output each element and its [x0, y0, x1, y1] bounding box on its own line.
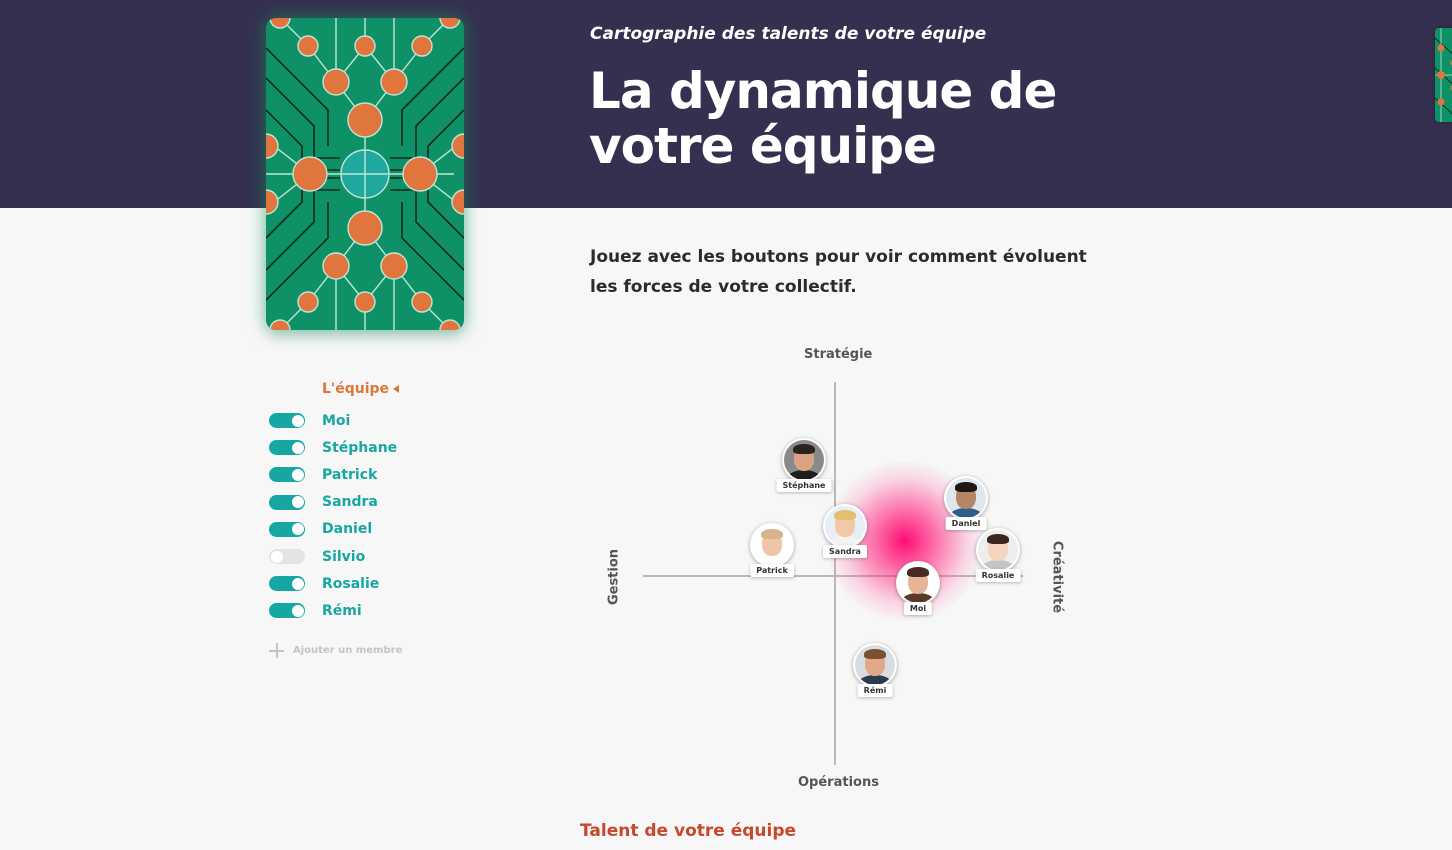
- member-row-rosalie: Rosalie: [269, 570, 397, 597]
- member-name[interactable]: Stéphane: [322, 440, 397, 456]
- person-marker-patrick[interactable]: Patrick: [750, 523, 794, 577]
- avatar-photo: [752, 525, 792, 565]
- person-nametag: Moi: [903, 602, 933, 615]
- person-nametag: Patrick: [750, 564, 794, 577]
- member-name[interactable]: Silvio: [322, 549, 365, 565]
- person-nametag: Rosalie: [975, 569, 1021, 582]
- avatar-photo: [978, 530, 1018, 570]
- avatar-hair: [955, 482, 977, 492]
- talent-section-heading: Talent de votre équipe: [580, 821, 797, 841]
- member-row-moi: Moi: [269, 407, 397, 434]
- person-nametag: Daniel: [945, 517, 987, 530]
- avatar-hair: [834, 510, 856, 520]
- toggle-knob: [270, 550, 283, 563]
- toggle-knob: [291, 577, 304, 590]
- team-member-list: Moi Stéphane Patrick Sandra Daniel Silvi…: [269, 407, 397, 625]
- person-nametag: Rémi: [857, 684, 893, 697]
- avatar-photo: [855, 645, 895, 685]
- member-toggle-rosalie[interactable]: [269, 576, 305, 592]
- member-name[interactable]: Patrick: [322, 467, 377, 483]
- avatar-hair: [793, 444, 815, 454]
- toggle-knob: [291, 604, 304, 617]
- member-toggle-daniel[interactable]: [269, 521, 305, 537]
- axis-label-bottom: Opérations: [798, 775, 879, 790]
- person-marker-sandra[interactable]: Sandra: [823, 504, 867, 558]
- next-card-thumbnail[interactable]: [1435, 28, 1452, 122]
- member-toggle-patrick[interactable]: [269, 467, 305, 483]
- member-name[interactable]: Rémi: [322, 603, 362, 619]
- person-marker-daniel[interactable]: Daniel: [944, 476, 988, 530]
- toggle-knob: [291, 414, 304, 427]
- avatar: [750, 523, 794, 567]
- team-heading-label: L'équipe: [322, 381, 390, 397]
- member-name[interactable]: Moi: [322, 413, 350, 429]
- member-toggle-stephane[interactable]: [269, 440, 305, 456]
- avatar-photo: [946, 478, 986, 518]
- avatar-photo: [784, 440, 824, 480]
- person-marker-moi[interactable]: Moi: [896, 561, 940, 615]
- avatar-hair: [864, 649, 886, 659]
- team-heading[interactable]: L'équipe: [322, 381, 400, 397]
- axis-label-left: Gestion: [606, 548, 622, 606]
- avatar: [944, 476, 988, 520]
- page-title: La dynamique de votre équipe: [589, 62, 1057, 175]
- avatar: [896, 561, 940, 605]
- person-nametag: Sandra: [823, 545, 867, 558]
- member-row-stephane: Stéphane: [269, 434, 397, 461]
- axis-label-top: Stratégie: [804, 347, 873, 362]
- member-name[interactable]: Rosalie: [322, 576, 379, 592]
- person-marker-stephane[interactable]: Stéphane: [776, 438, 832, 492]
- member-row-daniel: Daniel: [269, 516, 397, 543]
- person-marker-rosalie[interactable]: Rosalie: [975, 528, 1021, 582]
- member-toggle-sandra[interactable]: [269, 494, 305, 510]
- avatar: [782, 438, 826, 482]
- toggle-knob: [291, 496, 304, 509]
- toggle-knob: [291, 523, 304, 536]
- avatar-photo: [898, 563, 938, 603]
- member-name[interactable]: Sandra: [322, 494, 378, 510]
- avatar-photo: [825, 506, 865, 546]
- add-member-label: Ajouter un membre: [293, 645, 403, 656]
- member-row-patrick: Patrick: [269, 461, 397, 488]
- member-toggle-moi[interactable]: [269, 413, 305, 429]
- avatar-hair: [907, 567, 929, 577]
- member-toggle-silvio[interactable]: [269, 549, 305, 565]
- page-subtitle: Cartographie des talents de votre équipe: [590, 24, 987, 44]
- avatar-hair: [987, 534, 1009, 544]
- member-row-silvio: Silvio: [269, 543, 397, 570]
- avatar: [823, 504, 867, 548]
- avatar-hair: [761, 529, 783, 539]
- member-toggle-remi[interactable]: [269, 603, 305, 619]
- member-row-remi: Rémi: [269, 597, 397, 624]
- team-card-illustration: [266, 18, 464, 330]
- page-title-line-2: votre équipe: [589, 117, 937, 175]
- add-member-button[interactable]: Ajouter un membre: [269, 643, 402, 658]
- toggle-knob: [291, 441, 304, 454]
- member-row-sandra: Sandra: [269, 489, 397, 516]
- plus-icon: [269, 643, 284, 658]
- page-title-line-1: La dynamique de: [589, 62, 1057, 120]
- axis-label-right: Créativité: [1049, 540, 1065, 614]
- collapse-arrow-icon: [393, 385, 400, 393]
- toggle-knob: [291, 468, 304, 481]
- member-name[interactable]: Daniel: [322, 521, 372, 537]
- person-nametag: Stéphane: [776, 479, 832, 492]
- intro-text: Jouez avec les boutons pour voir comment…: [590, 247, 1087, 297]
- avatar: [853, 643, 897, 687]
- avatar: [976, 528, 1020, 572]
- person-marker-remi[interactable]: Rémi: [853, 643, 897, 697]
